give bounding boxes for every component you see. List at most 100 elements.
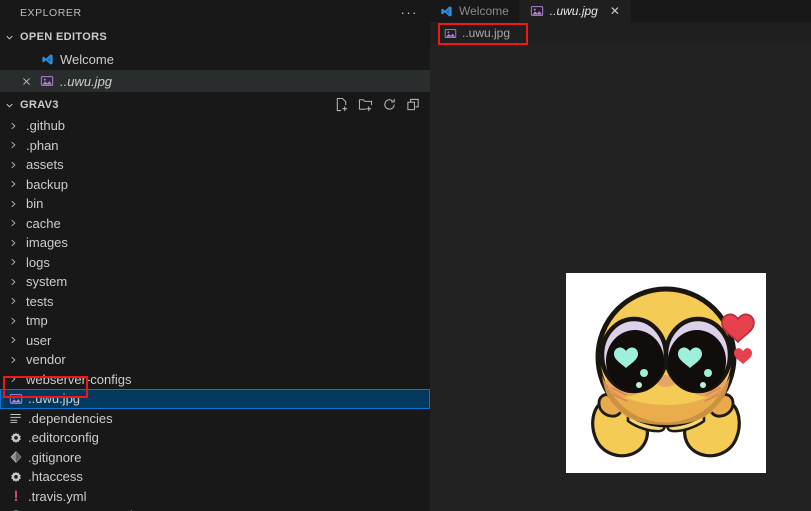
editor-area: Welcome ..uwu.jpg ✕ ..uwu.jpg (430, 0, 811, 511)
tree-item-label: images (26, 235, 68, 251)
tree-item-phan[interactable]: .phan (0, 136, 430, 156)
explorer-title: EXPLORER (20, 7, 82, 19)
tree-item-label: assets (26, 157, 64, 173)
more-actions-icon[interactable]: ··· (399, 6, 421, 19)
tree-item-user[interactable]: user (0, 331, 430, 351)
tree-item-label: .github (26, 118, 66, 134)
chevron-down-icon (4, 32, 20, 43)
explorer-title-bar: EXPLORER ··· (0, 0, 430, 26)
tree-item-dependencies[interactable]: .dependencies (0, 409, 430, 429)
tree-item-label: tmp (26, 313, 48, 329)
section-label-open-editors: OPEN EDITORS (20, 31, 108, 43)
open-editor-welcome[interactable]: Welcome (0, 48, 430, 70)
tree-item-editorconfig[interactable]: .editorconfig (0, 428, 430, 448)
tree-item-label: .gitignore (28, 449, 82, 465)
image-file-icon (530, 4, 544, 18)
tree-item-images[interactable]: images (0, 233, 430, 253)
open-editor-uwu-jpg[interactable]: ..uwu.jpg (0, 70, 430, 92)
explorer-action-bar (334, 94, 422, 116)
vscode-logo-icon (39, 51, 55, 67)
breadcrumb-label[interactable]: ..uwu.jpg (462, 26, 510, 40)
tree-item-backup[interactable]: backup (0, 175, 430, 195)
tree-item-label: cache (26, 215, 61, 231)
image-file-icon (8, 391, 24, 407)
file-tree: .github .phan assets backup bin cache images lo… (0, 116, 430, 511)
tree-item-label: backup (26, 176, 68, 192)
list-file-icon (8, 410, 24, 426)
vscode-logo-icon (440, 5, 453, 18)
tree-item-label: .phan (26, 137, 59, 153)
tree-item-label: system (26, 274, 68, 290)
new-file-icon[interactable] (334, 97, 350, 113)
tree-item-label: vendor (26, 352, 66, 368)
chevron-right-icon (8, 335, 22, 345)
tab-uwu-jpg[interactable]: ..uwu.jpg ✕ (519, 0, 631, 22)
tab-welcome[interactable]: Welcome (430, 0, 520, 22)
image-file-icon (444, 27, 457, 40)
section-header-grav3[interactable]: GRAV3 (0, 94, 430, 116)
refresh-icon[interactable] (382, 97, 398, 113)
tree-item-label: .htaccess (28, 469, 83, 485)
gear-file-icon (8, 430, 24, 446)
git-file-icon (8, 449, 24, 465)
tree-item-label: .editorconfig (28, 430, 99, 446)
explorer-sidebar: EXPLORER ··· OPEN EDITORS Welcome ..uwu.… (0, 0, 430, 511)
new-folder-icon[interactable] (358, 97, 374, 113)
section-label-grav3: GRAV3 (20, 99, 59, 111)
tree-item-label: .travis.yml (28, 488, 87, 504)
vscode-window: EXPLORER ··· OPEN EDITORS Welcome ..uwu.… (0, 0, 811, 511)
chevron-right-icon (8, 160, 22, 170)
tree-item-github[interactable]: .github (0, 116, 430, 136)
chevron-right-icon (8, 121, 22, 131)
open-editor-label-welcome: Welcome (60, 51, 114, 67)
tree-item-htaccess[interactable]: .htaccess (0, 467, 430, 487)
tree-item-webserver-configs[interactable]: webserver-configs (0, 370, 430, 390)
chevron-right-icon (8, 316, 22, 326)
tree-item-label: logs (26, 254, 50, 270)
image-file-icon (39, 73, 55, 89)
tree-item-bin[interactable]: bin (0, 194, 430, 214)
tree-item-gitignore[interactable]: .gitignore (0, 448, 430, 468)
chevron-right-icon (8, 179, 22, 189)
collapse-all-icon[interactable] (406, 97, 422, 113)
tree-item-system[interactable]: system (0, 272, 430, 292)
tree-item-assets[interactable]: assets (0, 155, 430, 175)
image-preview-area (430, 44, 811, 511)
tree-item-tmp[interactable]: tmp (0, 311, 430, 331)
tree-item-tests[interactable]: tests (0, 292, 430, 312)
tree-item-vendor[interactable]: vendor (0, 350, 430, 370)
tab-label-welcome: Welcome (459, 4, 509, 18)
tab-bar-filler (630, 0, 811, 22)
chevron-right-icon (8, 374, 22, 384)
section-header-open-editors[interactable]: OPEN EDITORS (0, 26, 430, 48)
tree-item-logs[interactable]: logs (0, 253, 430, 273)
tree-item-travis-yml[interactable]: .travis.yml (0, 487, 430, 507)
tree-item-uwu-jpg[interactable]: ..uwu.jpg (0, 389, 430, 409)
close-icon[interactable] (18, 73, 34, 89)
tree-item-cache[interactable]: cache (0, 214, 430, 234)
chevron-right-icon (8, 140, 22, 150)
chevron-right-icon (8, 277, 22, 287)
tree-item-label: user (26, 332, 52, 348)
editor-tab-bar: Welcome ..uwu.jpg ✕ (430, 0, 811, 22)
tab-label-uwu-jpg: ..uwu.jpg (549, 4, 598, 18)
tree-item-label: ..uwu.jpg (28, 391, 81, 407)
tree-item-label: bin (26, 196, 44, 212)
gear-file-icon (8, 469, 24, 485)
chevron-right-icon (8, 218, 22, 228)
breadcrumb: ..uwu.jpg (430, 22, 811, 44)
tree-item-changelog-md[interactable]: CHANGELOG.md (0, 506, 430, 511)
chevron-right-icon (8, 355, 22, 365)
exclamation-file-icon (8, 488, 24, 504)
tree-item-label: tests (26, 293, 54, 309)
chevron-right-icon (8, 199, 22, 209)
chevron-down-icon (4, 100, 20, 111)
uwu-emoji-image (566, 273, 766, 473)
tab-close-icon[interactable]: ✕ (610, 4, 620, 18)
open-editor-label-uwu-jpg: ..uwu.jpg (60, 73, 113, 89)
tree-item-label: .dependencies (28, 410, 113, 426)
tree-item-label: webserver-configs (26, 371, 132, 387)
chevron-right-icon (8, 296, 22, 306)
chevron-right-icon (8, 257, 22, 267)
chevron-right-icon (8, 238, 22, 248)
